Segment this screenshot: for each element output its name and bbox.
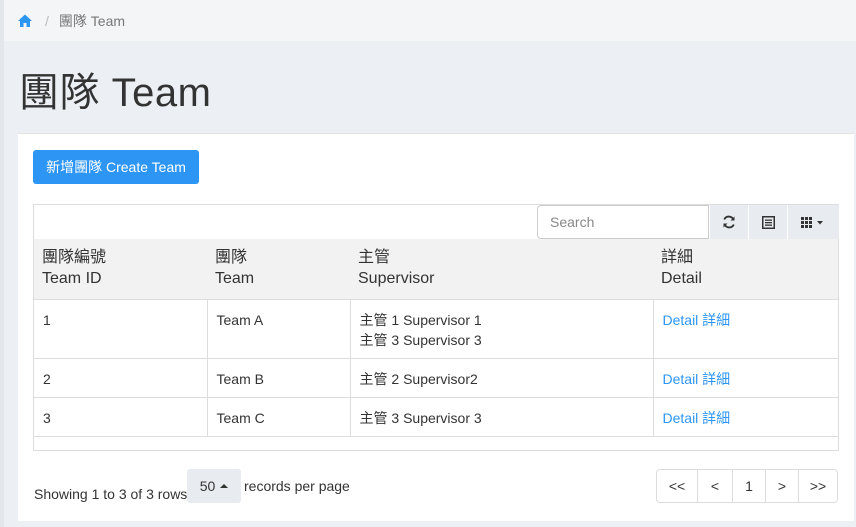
cell-team: Team B	[207, 358, 351, 398]
refresh-button[interactable]	[710, 205, 748, 239]
cell-team: Team A	[207, 299, 351, 359]
table-header-row: 團隊編號 Team ID 團隊 Team 主管 Supervisor 詳細 Detail	[34, 239, 838, 300]
breadcrumb-separator: /	[45, 12, 49, 29]
header-en: Team	[215, 270, 255, 287]
page-number-button[interactable]: 1	[732, 469, 766, 503]
table-row: 1 Team A 主管 1 Supervisor 1 主管 3 Superviso…	[34, 299, 838, 359]
detail-link[interactable]: Detail 詳細	[663, 312, 731, 328]
page-first-button[interactable]: <<	[656, 469, 698, 503]
detail-link[interactable]: Detail 詳細	[663, 410, 731, 426]
page-title: 團隊 Team	[19, 71, 212, 115]
cell-detail: Detail 詳細	[653, 299, 838, 359]
header-en: Supervisor	[358, 270, 435, 287]
supervisor-name: 主管 3 Supervisor 3	[359, 331, 482, 348]
content-panel: 新增團隊 Create Team 團隊編號 Team ID 團隊 Team 主管 Su…	[18, 133, 854, 521]
search-input[interactable]	[537, 205, 709, 239]
header-zh: 團隊	[215, 249, 248, 266]
header-zh: 團隊編號	[42, 249, 107, 266]
cell-detail: Detail 詳細	[653, 397, 838, 437]
table-toolbar	[34, 205, 839, 239]
page-size-value: 50	[199, 478, 216, 494]
page-next-button[interactable]: >	[765, 469, 799, 503]
header-zh: 詳細	[661, 249, 694, 266]
home-icon[interactable]	[17, 13, 33, 29]
header-en: Team ID	[42, 270, 102, 287]
page-size-dropdown[interactable]: 50	[187, 469, 241, 503]
cell-supervisor: 主管 3 Supervisor 3	[350, 397, 654, 437]
supervisor-name: 主管 1 Supervisor 1	[359, 311, 482, 328]
team-table: 團隊編號 Team ID 團隊 Team 主管 Supervisor 詳細 Detail…	[34, 239, 838, 456]
header-team-id[interactable]: 團隊編號 Team ID	[34, 239, 207, 300]
cell-supervisor: 主管 2 Supervisor2	[350, 358, 654, 398]
team-table-container: 團隊編號 Team ID 團隊 Team 主管 Supervisor 詳細 Detail…	[33, 204, 839, 451]
list-view-button[interactable]	[749, 205, 787, 239]
header-team[interactable]: 團隊 Team	[207, 239, 350, 300]
cell-team: Team C	[207, 397, 351, 437]
cell-team-id: 1	[34, 299, 208, 359]
refresh-icon	[723, 215, 735, 229]
caret-up-icon	[220, 484, 229, 488]
detail-link[interactable]: Detail 詳細	[663, 371, 731, 387]
pagination: << < 1 > >>	[656, 469, 838, 503]
supervisor-name: 主管 2 Supervisor2	[359, 370, 478, 387]
pagination-info: Showing 1 to 3 of 3 rows	[34, 486, 188, 502]
table-row: 3 Team C 主管 3 Supervisor 3 Detail 詳細	[34, 397, 838, 437]
table-spacer-row	[34, 436, 838, 456]
header-en: Detail	[661, 270, 702, 287]
cell-team-id: 2	[34, 358, 208, 398]
left-edge	[0, 0, 4, 527]
supervisor-name: 主管 3 Supervisor 3	[359, 409, 482, 426]
cell-supervisor: 主管 1 Supervisor 1 主管 3 Supervisor 3	[350, 299, 654, 359]
breadcrumb: / 團隊 Team	[4, 0, 856, 41]
records-per-page-label: records per page	[244, 478, 350, 494]
header-zh: 主管	[358, 249, 391, 266]
columns-grid-icon	[800, 217, 823, 228]
table-row: 2 Team B 主管 2 Supervisor2 Detail 詳細	[34, 358, 838, 398]
breadcrumb-current: 團隊 Team	[58, 12, 126, 29]
list-view-icon	[761, 215, 775, 229]
header-detail[interactable]: 詳細 Detail	[653, 239, 838, 300]
create-team-button[interactable]: 新增團隊 Create Team	[33, 150, 199, 184]
cell-detail: Detail 詳細	[653, 358, 838, 398]
page-last-button[interactable]: >>	[798, 469, 838, 503]
spacer-cell	[34, 436, 838, 456]
page-prev-button[interactable]: <	[697, 469, 733, 503]
header-supervisor[interactable]: 主管 Supervisor	[350, 239, 653, 300]
columns-toggle-button[interactable]	[788, 205, 839, 239]
cell-team-id: 3	[34, 397, 208, 437]
